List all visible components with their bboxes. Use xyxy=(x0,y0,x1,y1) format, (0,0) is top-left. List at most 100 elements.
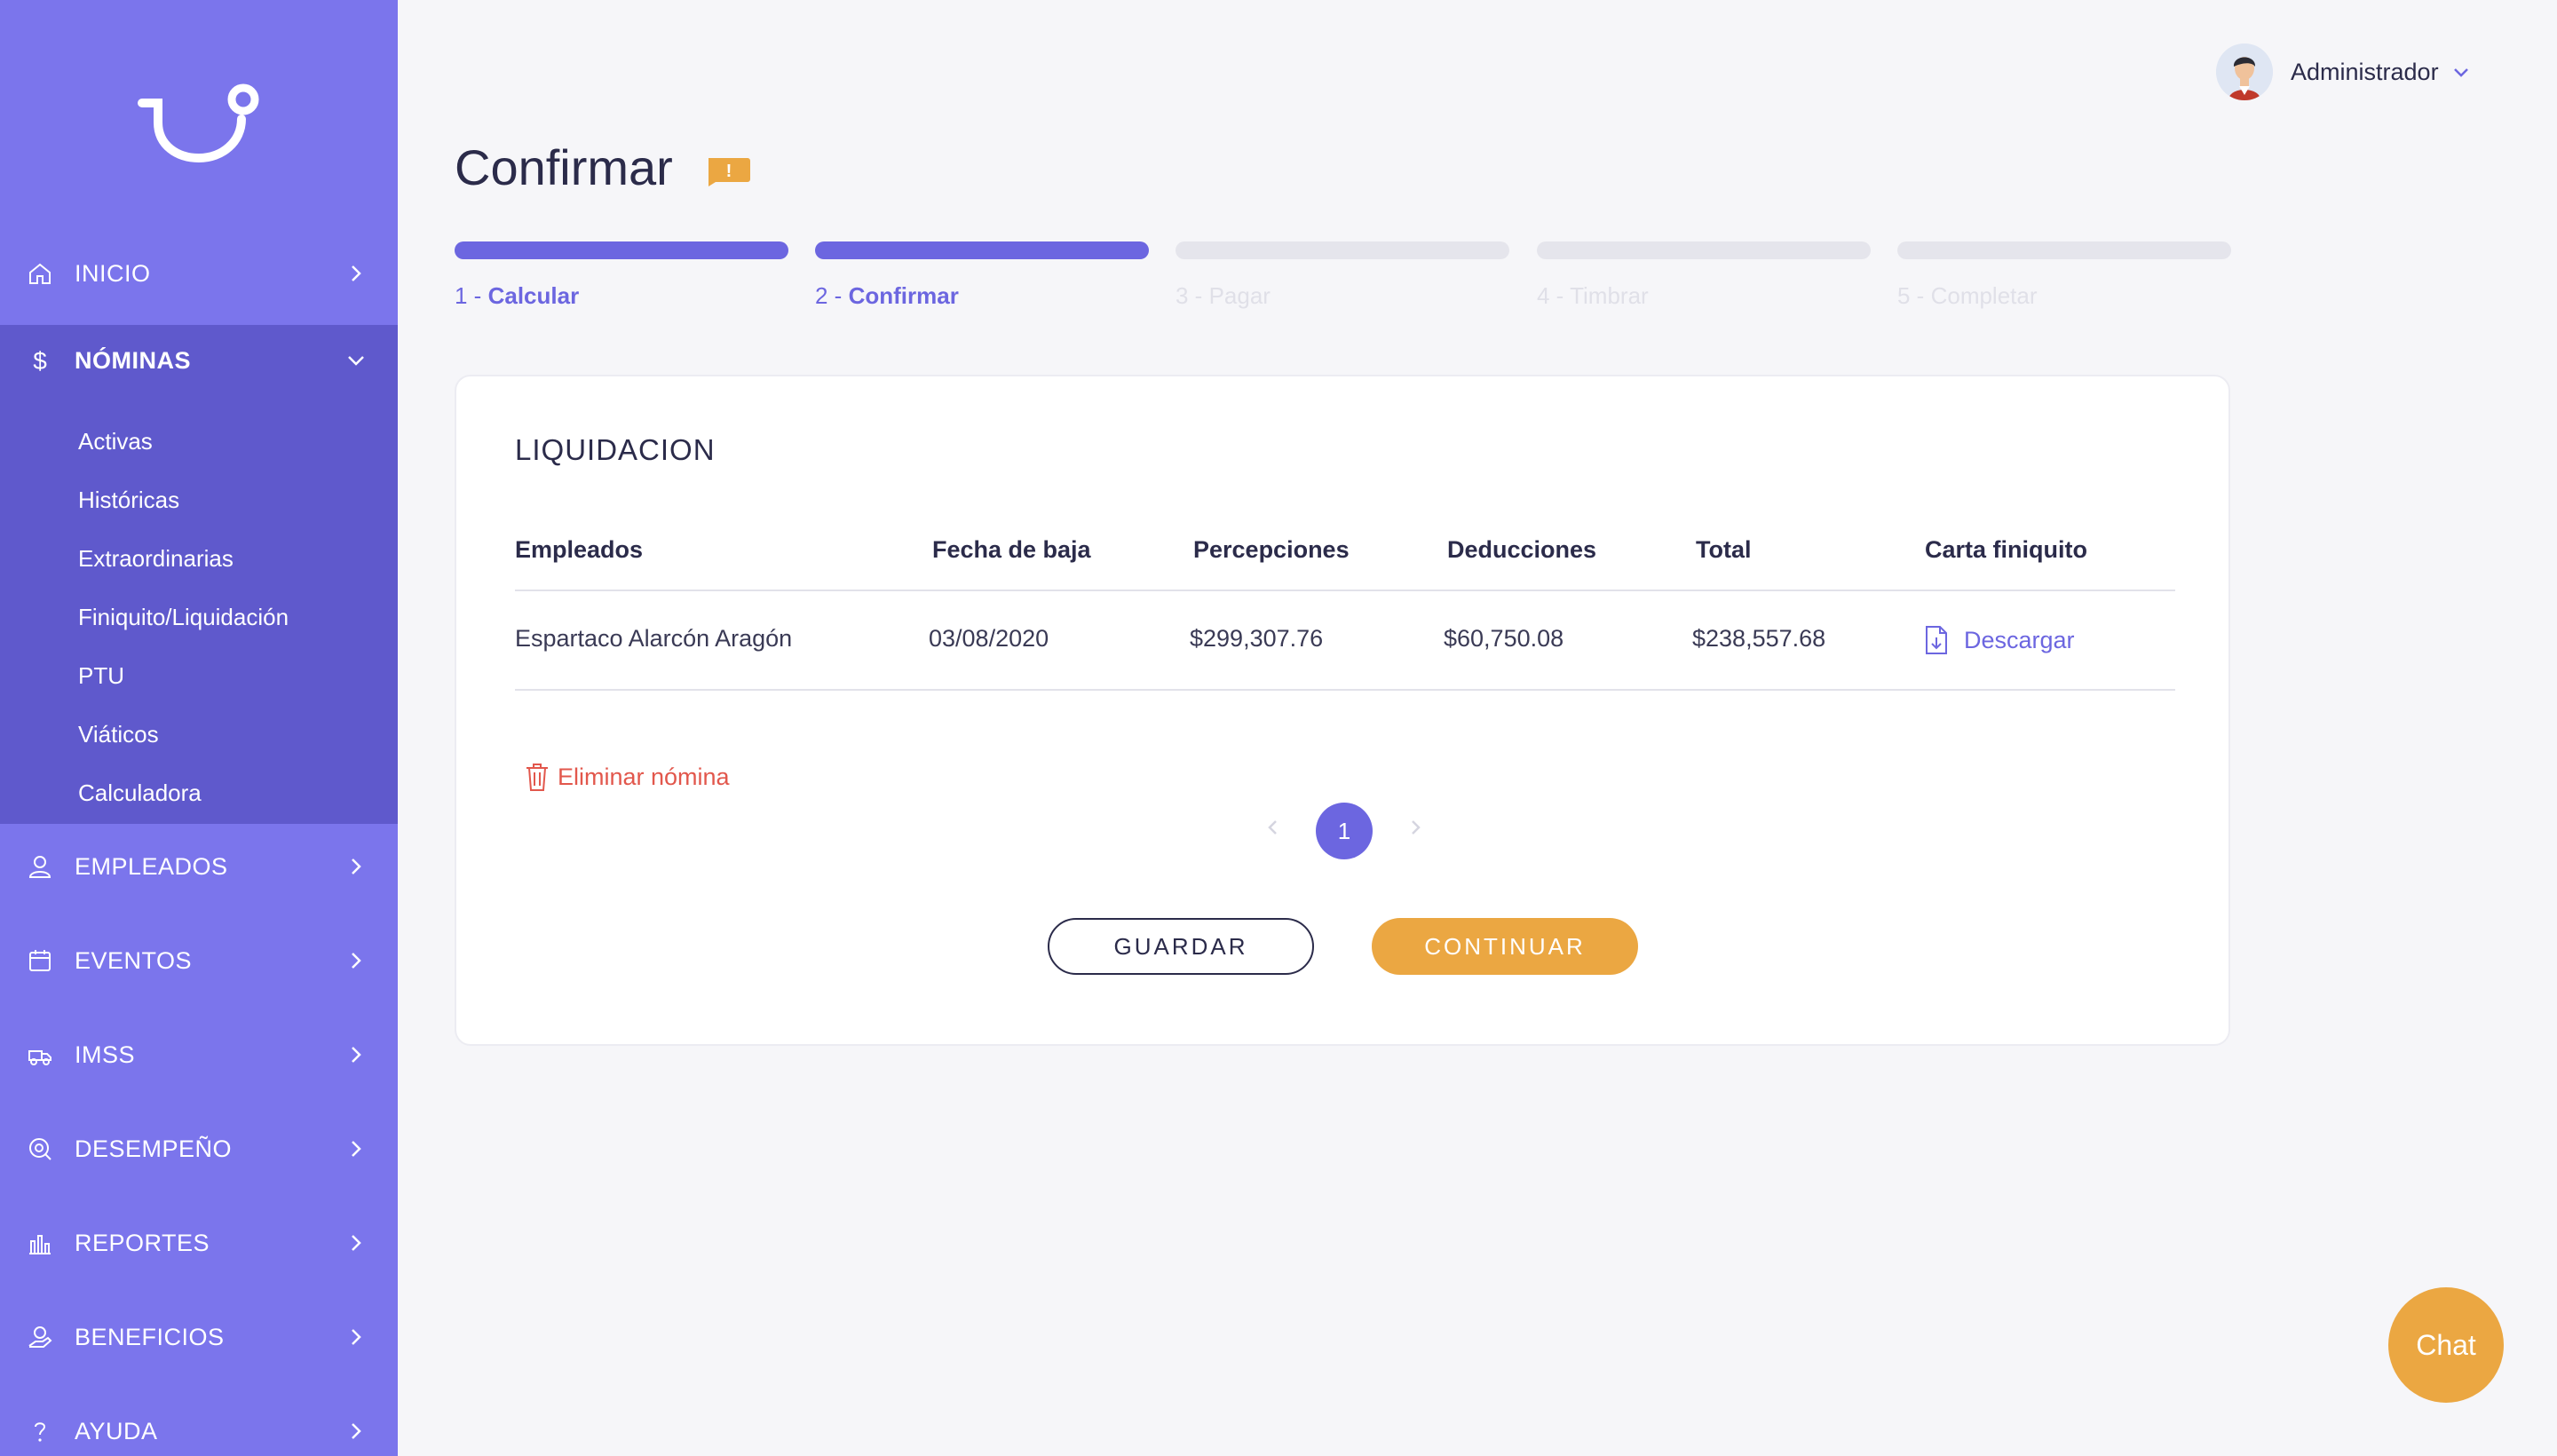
step-calcular[interactable]: 1 - Calcular xyxy=(455,282,579,310)
step-name: Completar xyxy=(1930,282,2038,309)
pdf-file-icon xyxy=(1926,626,1947,654)
chevron-right-icon xyxy=(352,265,361,281)
nav-desempeno-label: DESEMPEÑO xyxy=(75,1135,233,1162)
nav-reportes-label: REPORTES xyxy=(75,1229,210,1256)
submenu-activas[interactable]: Activas xyxy=(78,428,153,455)
chevron-left-icon[interactable] xyxy=(1263,817,1284,838)
nav-desempeno[interactable]: DESEMPEÑO xyxy=(0,1113,398,1184)
step-num: 2 - xyxy=(815,282,849,309)
cell-fecha: 03/08/2020 xyxy=(929,625,1049,652)
nav-eventos-label: EVENTOS xyxy=(75,946,193,974)
step-bar-2 xyxy=(815,241,1149,259)
chevron-right-icon xyxy=(352,1329,361,1345)
step-bar-4 xyxy=(1537,241,1871,259)
nav-inicio-label: INICIO xyxy=(75,259,151,287)
user-icon xyxy=(27,853,53,880)
avatar xyxy=(2216,44,2273,100)
page-title: Confirmar xyxy=(455,139,673,195)
column-header-carta: Carta finiquito xyxy=(1925,536,2087,563)
chevron-down-icon xyxy=(2453,68,2468,77)
help-icon xyxy=(27,1418,53,1444)
benefits-icon xyxy=(27,1324,53,1350)
step-completar: 5 - Completar xyxy=(1897,282,2038,310)
submenu-historicas[interactable]: Históricas xyxy=(78,487,179,514)
column-header-fecha: Fecha de baja xyxy=(932,536,1091,563)
sidebar: INICIO $ NÓMINAS Activas Históricas Extr… xyxy=(0,0,398,1456)
chevron-right-icon xyxy=(352,1423,361,1439)
column-header-percepciones: Percepciones xyxy=(1193,536,1350,563)
chevron-right-icon xyxy=(352,953,361,969)
logo xyxy=(138,83,259,163)
submenu-calculadora[interactable]: Calculadora xyxy=(78,779,202,807)
nav-imss-label: IMSS xyxy=(75,1041,136,1068)
cell-empleado: Espartaco Alarcón Aragón xyxy=(515,625,793,652)
column-header-empleados: Empleados xyxy=(515,536,644,563)
header-divider xyxy=(515,590,2175,591)
performance-icon xyxy=(27,1136,53,1162)
nav-beneficios-label: BENEFICIOS xyxy=(75,1323,225,1350)
download-link[interactable]: Descargar xyxy=(1925,625,2075,655)
nav-beneficios[interactable]: BENEFICIOS xyxy=(0,1302,398,1373)
nav-empleados-label: EMPLEADOS xyxy=(75,852,228,880)
user-name: Administrador xyxy=(2291,58,2439,85)
bar-chart-icon xyxy=(27,1230,53,1256)
step-bar-1 xyxy=(455,241,788,259)
nominas-submenu: Activas Históricas Extraordinarias Finiq… xyxy=(0,396,398,824)
step-num: 4 - xyxy=(1537,282,1571,309)
cell-total: $238,557.68 xyxy=(1692,625,1826,652)
dollar-icon: $ xyxy=(27,347,53,374)
nav-eventos[interactable]: EVENTOS xyxy=(0,925,398,996)
step-name: Pagar xyxy=(1208,282,1271,309)
nav-reportes[interactable]: REPORTES xyxy=(0,1207,398,1278)
nav-ayuda-label: AYUDA xyxy=(75,1417,158,1444)
warning-badge-icon[interactable]: ! xyxy=(705,156,751,186)
calendar-icon xyxy=(27,947,53,974)
row-divider xyxy=(515,689,2175,691)
user-menu[interactable]: Administrador xyxy=(2216,43,2471,101)
nav-imss[interactable]: IMSS xyxy=(0,1019,398,1090)
nav-ayuda[interactable]: AYUDA xyxy=(0,1396,398,1456)
download-label: Descargar xyxy=(1964,626,2075,653)
nav-nominas-label: NÓMINAS xyxy=(75,346,191,374)
pagination-page-1[interactable]: 1 xyxy=(1316,803,1373,859)
step-pagar: 3 - Pagar xyxy=(1176,282,1271,310)
chevron-right-icon xyxy=(352,859,361,874)
liquidacion-card: LIQUIDACION Empleados Fecha de baja Perc… xyxy=(455,375,2230,1046)
nav-inicio[interactable]: INICIO xyxy=(0,238,398,309)
chevron-down-icon xyxy=(348,356,364,366)
step-confirmar[interactable]: 2 - Confirmar xyxy=(815,282,959,310)
ambulance-icon xyxy=(27,1041,53,1068)
chat-button[interactable]: Chat xyxy=(2388,1287,2504,1403)
submenu-viaticos[interactable]: Viáticos xyxy=(78,721,159,748)
warning-mark: ! xyxy=(726,162,732,181)
home-icon xyxy=(27,260,53,287)
step-num: 1 - xyxy=(455,282,488,309)
step-bar-5 xyxy=(1897,241,2231,259)
step-timbrar: 4 - Timbrar xyxy=(1537,282,1649,310)
step-name: Calcular xyxy=(487,282,580,309)
delete-label: Eliminar nómina xyxy=(558,763,730,790)
cell-deducciones: $60,750.08 xyxy=(1444,625,1564,652)
delete-payroll-button[interactable]: Eliminar nómina xyxy=(524,762,730,792)
chevron-right-icon xyxy=(352,1047,361,1063)
chevron-right-icon xyxy=(352,1141,361,1157)
svg-text:$: $ xyxy=(33,348,47,373)
step-bar-3 xyxy=(1176,241,1509,259)
column-header-deducciones: Deducciones xyxy=(1447,536,1597,563)
trash-icon xyxy=(526,764,548,791)
step-num: 3 - xyxy=(1176,282,1209,309)
chevron-right-icon[interactable] xyxy=(1405,817,1426,838)
submenu-extraordinarias[interactable]: Extraordinarias xyxy=(78,545,234,573)
chevron-right-icon xyxy=(352,1235,361,1251)
nav-empleados[interactable]: EMPLEADOS xyxy=(0,831,398,902)
step-name: Timbrar xyxy=(1570,282,1649,309)
nav-nominas[interactable]: $ NÓMINAS xyxy=(0,325,398,396)
card-title: LIQUIDACION xyxy=(515,433,716,466)
save-button[interactable]: GUARDAR xyxy=(1048,918,1314,975)
continue-button[interactable]: CONTINUAR xyxy=(1372,918,1638,975)
submenu-finiquito[interactable]: Finiquito/Liquidación xyxy=(78,604,289,631)
step-num: 5 - xyxy=(1897,282,1931,309)
column-header-total: Total xyxy=(1696,536,1752,563)
submenu-ptu[interactable]: PTU xyxy=(78,662,124,690)
cell-percepciones: $299,307.76 xyxy=(1190,625,1324,652)
